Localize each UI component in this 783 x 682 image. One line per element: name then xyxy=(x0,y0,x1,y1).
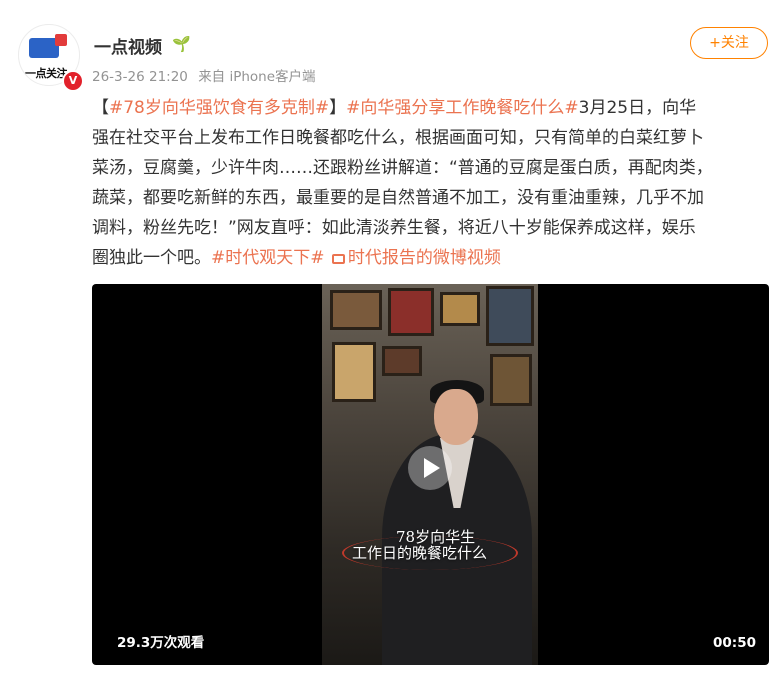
follow-button[interactable]: +关注 xyxy=(690,27,768,59)
text-segment: 圈独此一个吧。 xyxy=(92,248,211,268)
video-duration: 00:50 xyxy=(713,635,756,651)
text-line-3: 菜汤，豆腐羹，少许牛肉……还跟粉丝讲解道：“普通的豆腐是蛋白质，再配肉类， xyxy=(92,158,713,178)
text-segment: 3月25日，向华 xyxy=(578,98,697,118)
video-caption-line2: 工作日的晚餐吃什么 xyxy=(352,544,488,562)
video-source-link[interactable]: 时代报告的微博视频 xyxy=(330,248,501,268)
view-count: 29.3万次观看 xyxy=(117,635,205,651)
verified-badge-icon: V xyxy=(62,70,84,92)
play-icon[interactable] xyxy=(408,446,452,490)
background-painting xyxy=(490,354,532,406)
post-timestamp[interactable]: 26-3-26 21:20 xyxy=(92,69,188,85)
post-meta: 26-3-26 21:20 来自 iPhone客户端 xyxy=(92,65,322,85)
topic-link[interactable]: #向华强分享工作晚餐吃什么# xyxy=(346,98,579,118)
post-text: 【#78岁向华强饮食有多克制#】#向华强分享工作晚餐吃什么#3月25日，向华 强… xyxy=(92,93,774,273)
background-painting xyxy=(382,346,422,376)
text-line-2: 强在社交平台上发布工作日晚餐都吃什么，根据画面可知，只有简单的白菜红萝卜 xyxy=(92,128,704,148)
text-line-5: 调料，粉丝先吃！”网友直呼：如此清淡养生餐，将近八十岁能保养成这样，娱乐 xyxy=(92,218,696,238)
text-line-4: 蔬菜，都要吃新鲜的东西，最重要的是自然普通不加工，没有重油重辣，几乎不加 xyxy=(92,188,704,208)
author-name[interactable]: 一点视频 xyxy=(94,33,162,58)
text-bracket-open: 【 xyxy=(92,98,109,118)
avatar[interactable]: 一点关注 V xyxy=(18,24,84,92)
topic-link[interactable]: #时代观天下# xyxy=(211,248,325,268)
text-line-1: 【#78岁向华强饮食有多克制#】#向华强分享工作晚餐吃什么#3月25日，向华 xyxy=(92,93,774,123)
topic-link[interactable]: #78岁向华强饮食有多克制# xyxy=(109,98,329,118)
avatar-logo-text: 一点关注 xyxy=(25,67,68,80)
background-painting xyxy=(332,342,376,402)
video-player[interactable]: 78岁向华生 工作日的晚餐吃什么 29.3万次观看 00:50 xyxy=(92,284,769,665)
post-source: 来自 iPhone客户端 xyxy=(198,69,316,85)
sprout-icon: 🌱 xyxy=(172,35,191,53)
background-painting xyxy=(440,292,480,326)
text-line-6: 圈独此一个吧。#时代观天下# 时代报告的微博视频 xyxy=(92,243,774,273)
video-camera-icon xyxy=(331,254,345,264)
video-source-label: 时代报告的微博视频 xyxy=(347,248,501,268)
background-painting xyxy=(486,286,534,346)
background-painting xyxy=(388,288,434,336)
background-painting xyxy=(330,290,382,330)
avatar-logo-accent xyxy=(55,34,67,46)
text-bracket-close: 】 xyxy=(329,98,347,118)
person-face xyxy=(434,389,478,445)
